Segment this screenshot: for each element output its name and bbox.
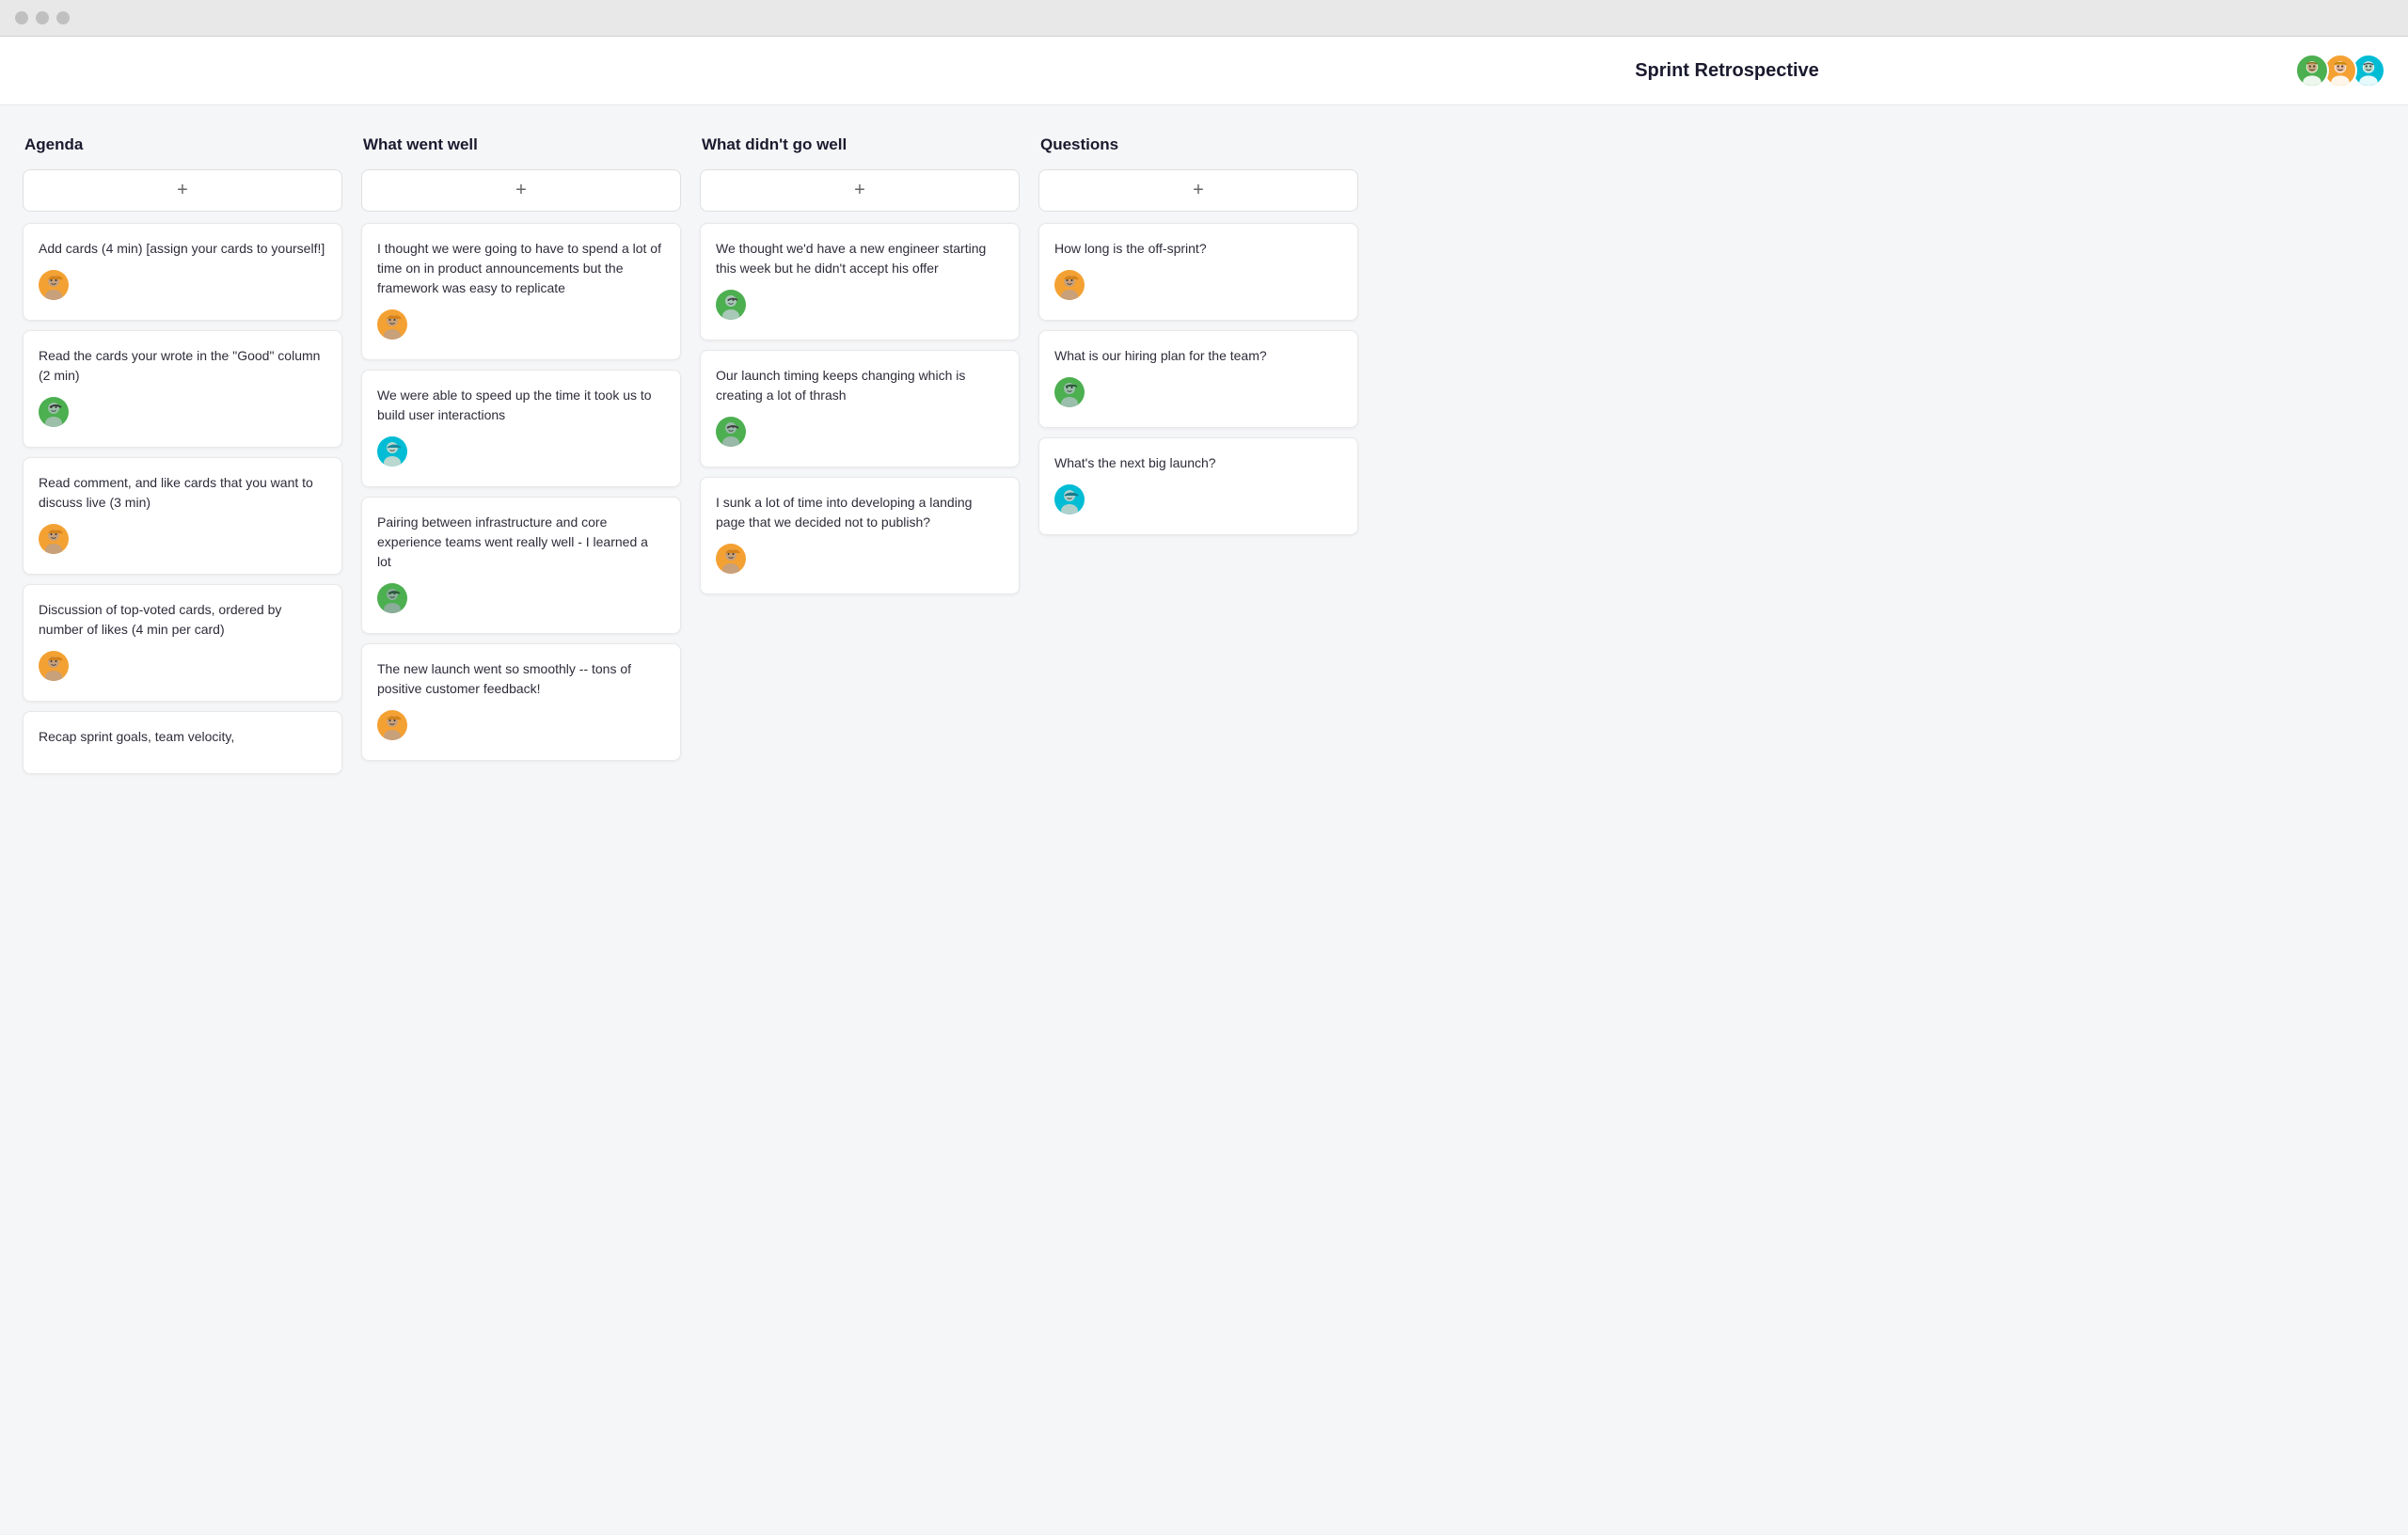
- card-d3[interactable]: I sunk a lot of time into developing a l…: [700, 477, 1020, 594]
- header-avatar-1: [2295, 54, 2329, 87]
- column-agenda: Agenda + Add cards (4 min) [assign your ca…: [23, 135, 342, 783]
- card-a4[interactable]: Discussion of top-voted cards, ordered b…: [23, 584, 342, 702]
- chrome-dot-green: [56, 11, 70, 24]
- card-text-d2: Our launch timing keeps changing which i…: [716, 366, 1004, 405]
- app-header: Sprint Retrospective: [0, 37, 2408, 105]
- card-text-a2: Read the cards your wrote in the "Good" …: [39, 346, 326, 386]
- card-avatar-d3: [716, 544, 746, 574]
- page-title: Sprint Retrospective: [1159, 60, 2295, 82]
- chrome-dot-red: [15, 11, 28, 24]
- window-chrome: [0, 0, 2408, 37]
- card-text-q1: How long is the off-sprint?: [1054, 239, 1342, 259]
- card-text-w4: The new launch went so smoothly -- tons …: [377, 659, 665, 699]
- add-card-button-went-well[interactable]: +: [361, 169, 681, 212]
- card-avatar-q3: [1054, 484, 1085, 514]
- card-a2[interactable]: Read the cards your wrote in the "Good" …: [23, 330, 342, 448]
- card-avatar-w3: [377, 583, 407, 613]
- column-questions: Questions + How long is the off-sprint? Wh…: [1038, 135, 1358, 545]
- column-went-well: What went well + I thought we were going t…: [361, 135, 681, 770]
- card-q2[interactable]: What is our hiring plan for the team?: [1038, 330, 1358, 428]
- card-d1[interactable]: We thought we'd have a new engineer star…: [700, 223, 1020, 340]
- card-text-w3: Pairing between infrastructure and core …: [377, 513, 665, 572]
- card-text-w2: We were able to speed up the time it too…: [377, 386, 665, 425]
- card-text-q2: What is our hiring plan for the team?: [1054, 346, 1342, 366]
- card-a1[interactable]: Add cards (4 min) [assign your cards to …: [23, 223, 342, 321]
- card-avatar-d2: [716, 417, 746, 447]
- add-card-button-questions[interactable]: +: [1038, 169, 1358, 212]
- card-text-a3: Read comment, and like cards that you wa…: [39, 473, 326, 513]
- card-q1[interactable]: How long is the off-sprint?: [1038, 223, 1358, 321]
- column-title-agenda: Agenda: [23, 135, 342, 154]
- column-didnt-go-well: What didn't go well + We thought we'd have…: [700, 135, 1020, 604]
- card-text-d3: I sunk a lot of time into developing a l…: [716, 493, 1004, 532]
- card-text-q3: What's the next big launch?: [1054, 453, 1342, 473]
- card-d2[interactable]: Our launch timing keeps changing which i…: [700, 350, 1020, 467]
- app-container: Sprint Retrospective: [0, 37, 2408, 1534]
- card-q3[interactable]: What's the next big launch?: [1038, 437, 1358, 535]
- add-card-button-agenda[interactable]: +: [23, 169, 342, 212]
- card-avatar-a4: [39, 651, 69, 681]
- card-text-a5: Recap sprint goals, team velocity,: [39, 727, 326, 747]
- column-title-questions: Questions: [1038, 135, 1358, 154]
- column-title-didnt-go-well: What didn't go well: [700, 135, 1020, 154]
- card-w1[interactable]: I thought we were going to have to spend…: [361, 223, 681, 360]
- card-avatar-w4: [377, 710, 407, 740]
- card-avatar-w1: [377, 309, 407, 340]
- card-avatar-d1: [716, 290, 746, 320]
- card-text-d1: We thought we'd have a new engineer star…: [716, 239, 1004, 278]
- card-a5[interactable]: Recap sprint goals, team velocity,: [23, 711, 342, 774]
- column-title-went-well: What went well: [361, 135, 681, 154]
- card-avatar-a1: [39, 270, 69, 300]
- card-avatar-a2: [39, 397, 69, 427]
- card-text-a1: Add cards (4 min) [assign your cards to …: [39, 239, 326, 259]
- card-a3[interactable]: Read comment, and like cards that you wa…: [23, 457, 342, 575]
- board-area: Agenda + Add cards (4 min) [assign your ca…: [0, 105, 2408, 814]
- header-avatar-group: [2295, 54, 2385, 87]
- card-text-w1: I thought we were going to have to spend…: [377, 239, 665, 298]
- card-avatar-q2: [1054, 377, 1085, 407]
- card-avatar-a3: [39, 524, 69, 554]
- card-avatar-w2: [377, 436, 407, 467]
- add-card-button-didnt-go-well[interactable]: +: [700, 169, 1020, 212]
- card-w4[interactable]: The new launch went so smoothly -- tons …: [361, 643, 681, 761]
- chrome-dot-yellow: [36, 11, 49, 24]
- card-avatar-q1: [1054, 270, 1085, 300]
- card-w3[interactable]: Pairing between infrastructure and core …: [361, 497, 681, 634]
- card-text-a4: Discussion of top-voted cards, ordered b…: [39, 600, 326, 640]
- card-w2[interactable]: We were able to speed up the time it too…: [361, 370, 681, 487]
